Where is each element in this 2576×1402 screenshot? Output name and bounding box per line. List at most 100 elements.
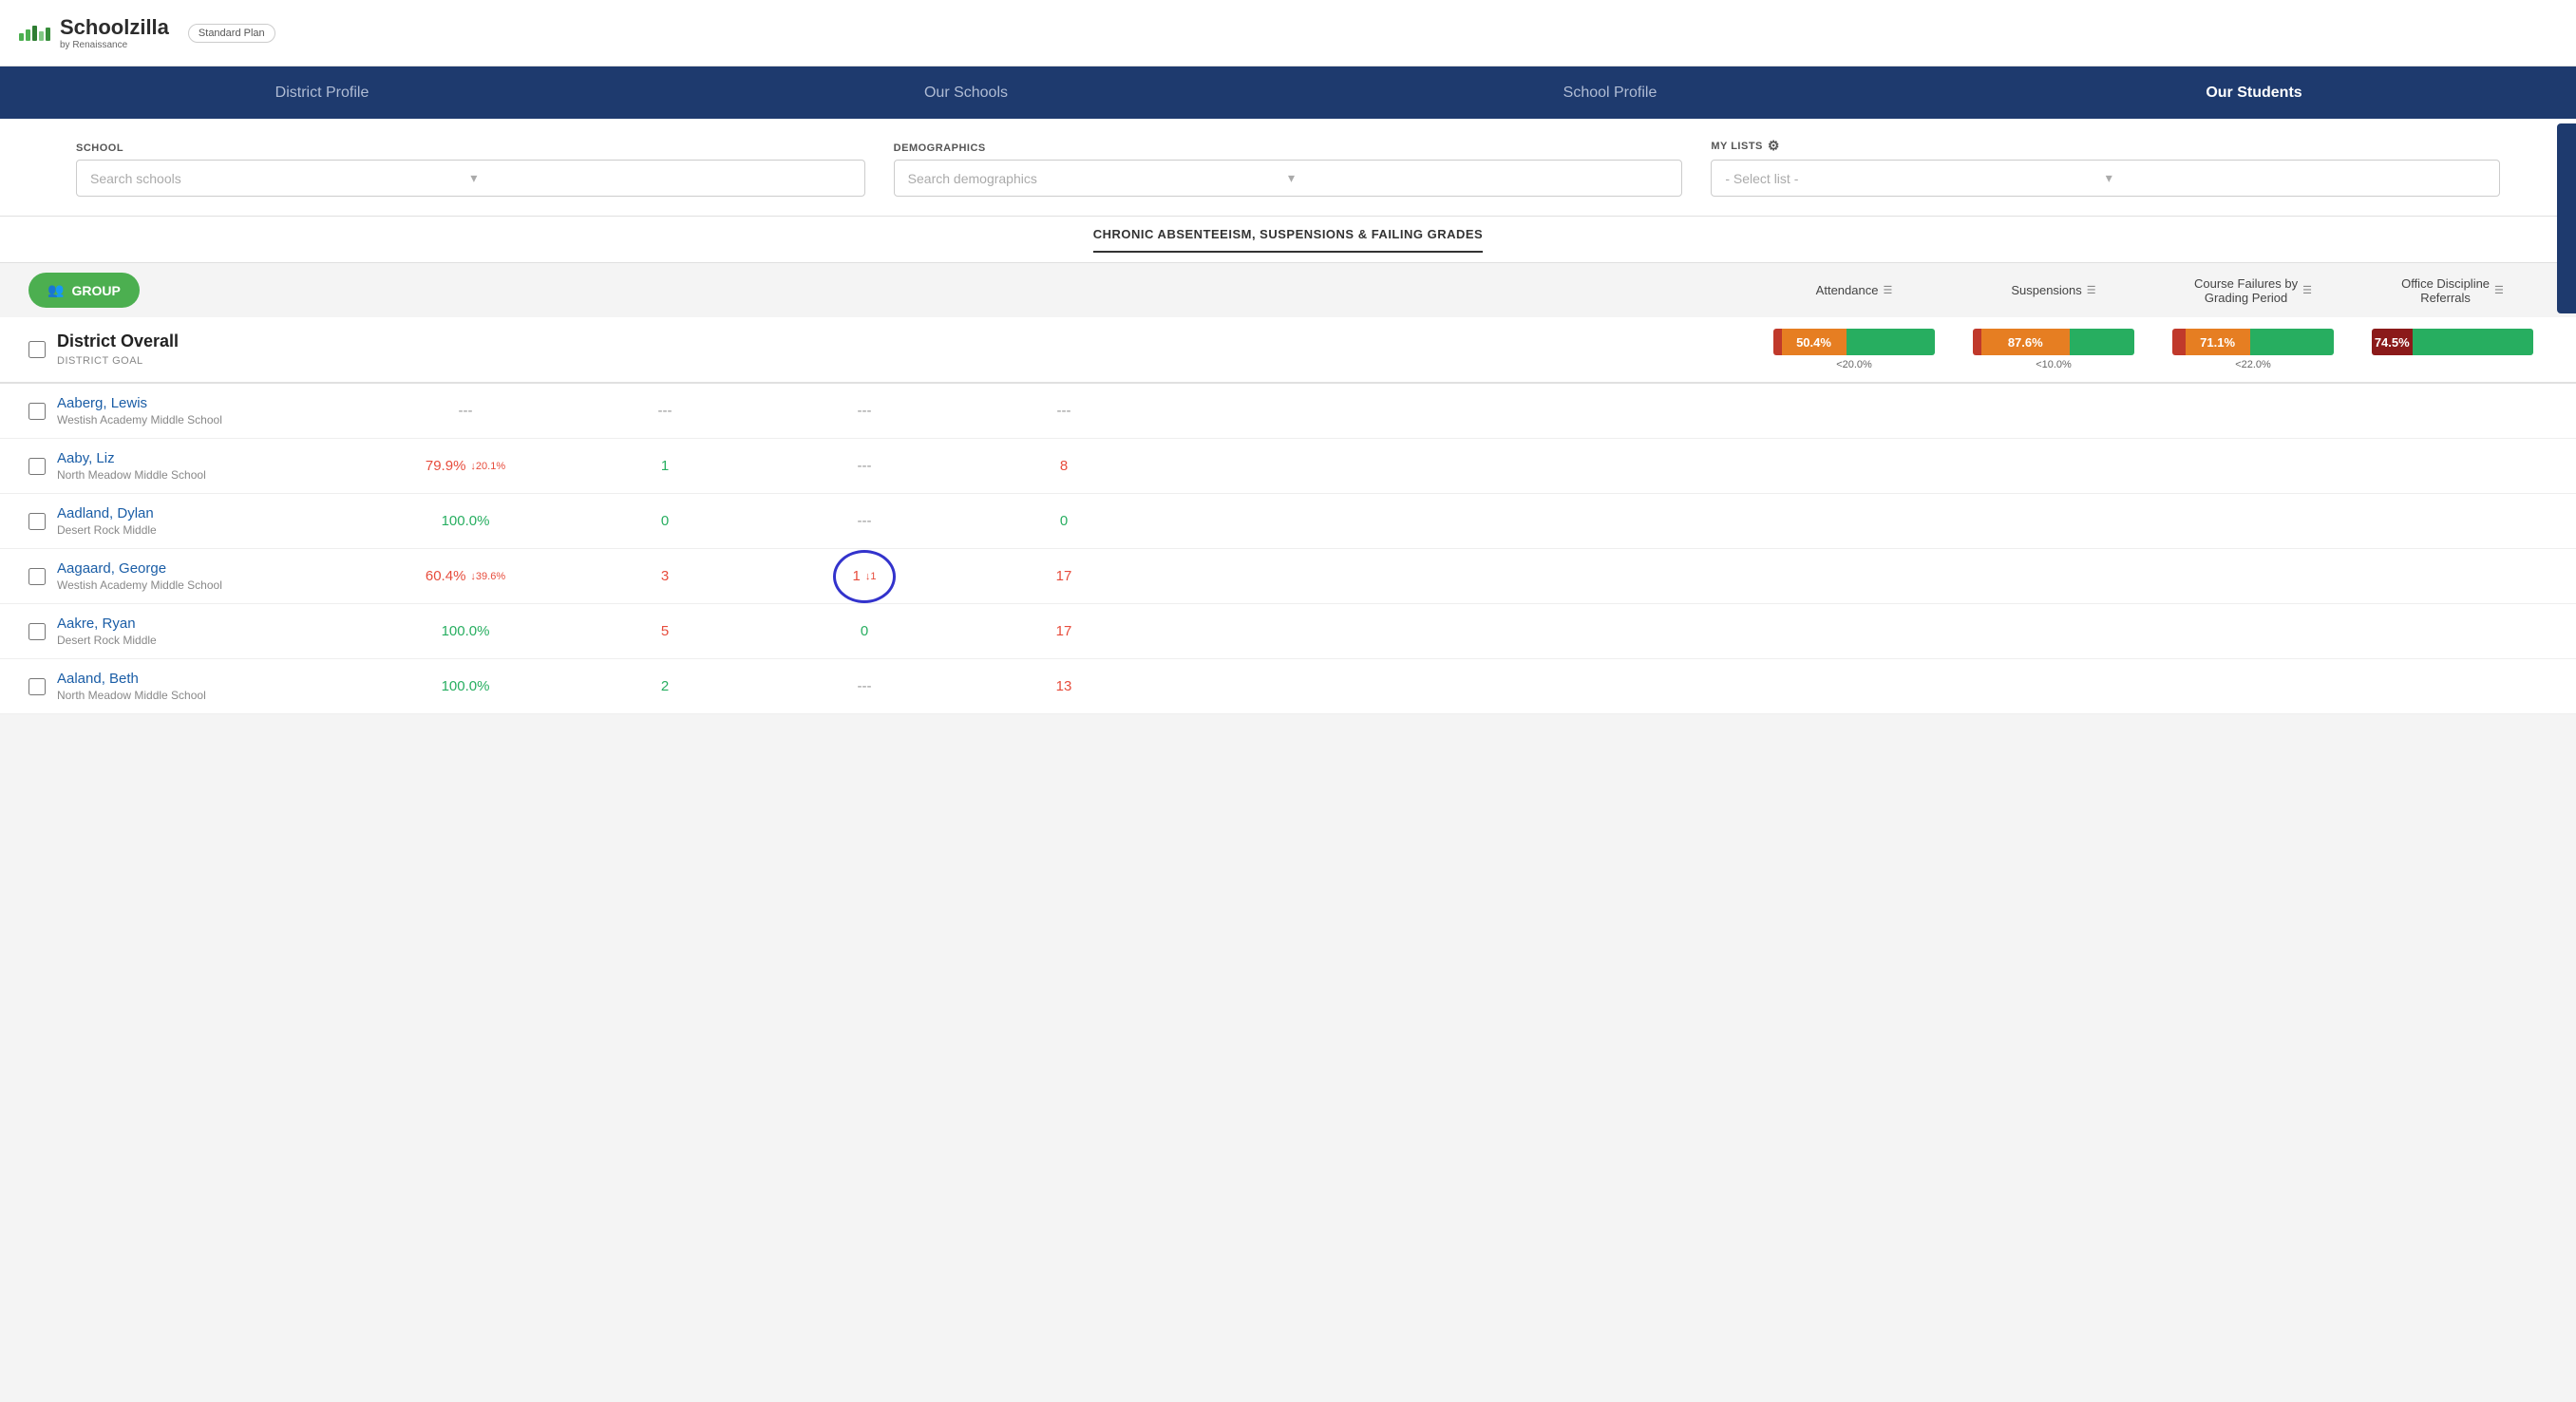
district-goal-label: DISTRICT GOAL <box>57 355 143 367</box>
nav-district-profile[interactable]: District Profile <box>0 66 644 119</box>
logo-text: Schoolzilla by Renaissance <box>60 15 169 50</box>
student-attendance-value: 100.0% <box>442 623 490 639</box>
district-suspensions-value: 87.6% <box>2008 335 2043 350</box>
student-cells: 100.0% 0 --- 0 <box>361 513 2548 529</box>
student-suspensions-cell: 5 <box>570 623 760 639</box>
student-school: Westish Academy Middle School <box>57 578 361 592</box>
course-bar-teal <box>2250 329 2334 355</box>
student-attendance-value: 100.0% <box>442 678 490 694</box>
table-columns: Attendance ☰ Suspensions ☰ Course Failur… <box>149 276 2548 305</box>
student-name-area: Aaby, Liz North Meadow Middle School <box>57 450 361 482</box>
student-course-value: --- <box>858 458 872 474</box>
student-row: Aagaard, George Westish Academy Middle S… <box>0 549 2576 604</box>
student-course-value: 1 <box>853 568 861 584</box>
student-name[interactable]: Aaland, Beth <box>57 671 361 687</box>
student-name[interactable]: Aagaard, George <box>57 560 361 577</box>
student-rows-container: Aaberg, Lewis Westish Academy Middle Sch… <box>0 384 2576 714</box>
student-checkbox[interactable] <box>28 678 46 695</box>
student-suspensions-cell: 1 <box>570 458 760 474</box>
col-header-suspensions: Suspensions ☰ <box>1959 276 2149 305</box>
district-discipline-bar: 74.5% <box>2372 329 2533 355</box>
student-checkbox[interactable] <box>28 623 46 640</box>
section-title: CHRONIC ABSENTEEISM, SUSPENSIONS & FAILI… <box>1093 227 1483 253</box>
student-checkbox[interactable] <box>28 513 46 530</box>
student-name[interactable]: Aaberg, Lewis <box>57 395 361 411</box>
district-course-goal: <22.0% <box>2235 359 2271 370</box>
suspensions-bar-red <box>1973 329 1981 355</box>
student-discipline-value: 17 <box>1056 568 1072 584</box>
student-row: Aaland, Beth North Meadow Middle School … <box>0 659 2576 714</box>
demographics-filter-select[interactable]: Search demographics ▾ <box>894 160 1683 197</box>
demographics-filter-placeholder: Search demographics <box>908 171 1288 186</box>
district-discipline-value: 74.5% <box>2375 335 2410 350</box>
nav-school-profile[interactable]: School Profile <box>1288 66 1932 119</box>
student-attendance-cell: 100.0% <box>361 513 570 529</box>
student-name[interactable]: Aaby, Liz <box>57 450 361 466</box>
mylists-chevron-icon: ▾ <box>2106 170 2486 186</box>
attendance-bar-orange: 50.4% <box>1782 329 1847 355</box>
gear-icon[interactable]: ⚙ <box>1768 138 1780 154</box>
student-suspensions-value: 1 <box>661 458 669 474</box>
student-suspensions-value: 2 <box>661 678 669 694</box>
district-suspensions-goal: <10.0% <box>2036 359 2072 370</box>
col-header-course-failures: Course Failures byGrading Period ☰ <box>2149 276 2358 305</box>
mylists-filter-label: MY LISTS ⚙ <box>1711 138 2500 154</box>
district-course-bar: 71.1% <box>2172 329 2334 355</box>
app-sub: by Renaissance <box>60 40 169 50</box>
mylists-filter-select[interactable]: - Select list - ▾ <box>1711 160 2500 197</box>
table-header: 👥 GROUP Attendance ☰ Suspensions ☰ Cours… <box>0 263 2576 317</box>
student-attendance-value: 79.9% <box>426 458 466 474</box>
student-discipline-cell: 17 <box>969 568 1159 584</box>
student-discipline-value: 17 <box>1056 623 1072 639</box>
student-suspensions-cell: --- <box>570 403 760 419</box>
student-course-cell: --- <box>760 403 969 419</box>
suspensions-filter-icon[interactable]: ☰ <box>2087 284 2096 296</box>
student-school: North Meadow Middle School <box>57 689 361 702</box>
student-checkbox[interactable] <box>28 568 46 585</box>
student-discipline-cell: 8 <box>969 458 1159 474</box>
student-cells: 100.0% 5 0 17 <box>361 623 2548 639</box>
student-suspensions-value: 0 <box>661 513 669 529</box>
district-overall-checkbox[interactable] <box>28 341 46 358</box>
student-attendance-cell: 100.0% <box>361 623 570 639</box>
group-button-label: GROUP <box>71 283 120 298</box>
student-row: Aakre, Ryan Desert Rock Middle 100.0% 5 … <box>0 604 2576 659</box>
course-filter-icon[interactable]: ☰ <box>2302 284 2312 296</box>
group-button[interactable]: 👥 GROUP <box>28 273 140 308</box>
student-discipline-value: 8 <box>1060 458 1068 474</box>
student-course-value: --- <box>858 678 872 694</box>
attendance-filter-icon[interactable]: ☰ <box>1883 284 1892 296</box>
school-filter-label: SCHOOL <box>76 142 865 154</box>
student-cells: 79.9% ↓20.1% 1 --- 8 <box>361 458 2548 474</box>
student-attendance-cell: 60.4% ↓39.6% <box>361 568 570 584</box>
main-nav: District Profile Our Schools School Prof… <box>0 66 2576 119</box>
school-filter-placeholder: Search schools <box>90 171 470 186</box>
district-course-cell: 71.1% <22.0% <box>2149 329 2358 370</box>
student-discipline-cell: 0 <box>969 513 1159 529</box>
student-discipline-cell: 13 <box>969 678 1159 694</box>
attendance-bar-teal <box>1847 329 1936 355</box>
demographics-chevron-icon: ▾ <box>1288 170 1668 186</box>
nav-our-schools[interactable]: Our Schools <box>644 66 1288 119</box>
nav-our-students[interactable]: Our Students <box>1932 66 2576 119</box>
student-course-cell: --- <box>760 458 969 474</box>
col-attendance-label: Attendance <box>1816 283 1879 297</box>
group-icon: 👥 <box>47 282 64 298</box>
student-discipline-cell: --- <box>969 403 1159 419</box>
district-overall-name: District Overall DISTRICT GOAL <box>57 332 361 369</box>
discipline-filter-icon[interactable]: ☰ <box>2494 284 2504 296</box>
school-filter-select[interactable]: Search schools ▾ <box>76 160 865 197</box>
student-name[interactable]: Aadland, Dylan <box>57 505 361 521</box>
col-course-label: Course Failures byGrading Period <box>2194 276 2298 305</box>
student-cells: --- --- --- --- <box>361 403 2548 419</box>
attendance-bar-red <box>1773 329 1782 355</box>
student-suspensions-cell: 3 <box>570 568 760 584</box>
student-checkbox[interactable] <box>28 403 46 420</box>
district-attendance-cell: 50.4% <20.0% <box>1750 329 1959 370</box>
student-name[interactable]: Aakre, Ryan <box>57 616 361 632</box>
student-cells: 100.0% 2 --- 13 <box>361 678 2548 694</box>
student-attendance-delta: ↓39.6% <box>470 571 505 582</box>
student-course-delta: ↓1 <box>865 571 877 582</box>
mylists-filter-group: MY LISTS ⚙ - Select list - ▾ <box>1711 138 2500 197</box>
student-checkbox[interactable] <box>28 458 46 475</box>
